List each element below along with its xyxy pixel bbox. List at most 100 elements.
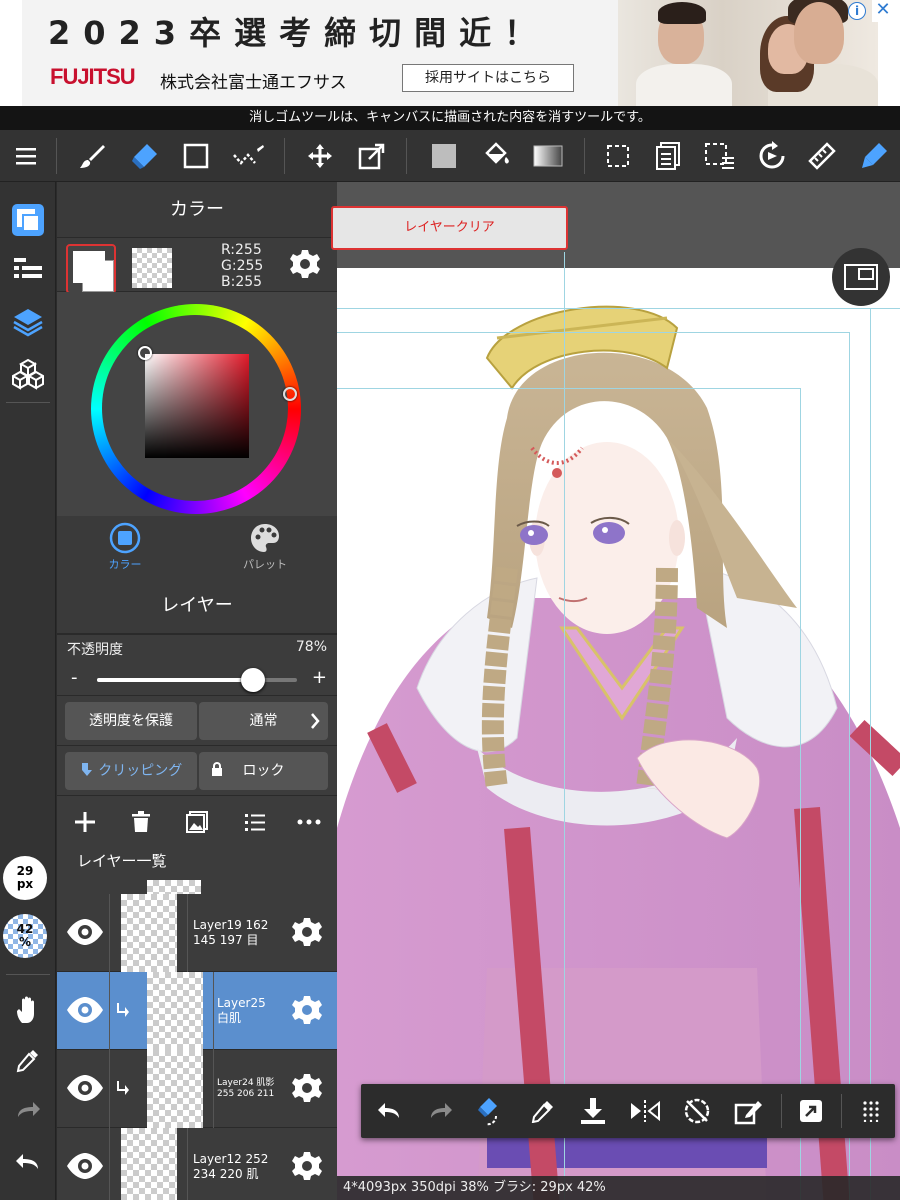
materials-toggle-icon[interactable]: [8, 354, 48, 394]
opacity-slider[interactable]: [97, 668, 297, 692]
color-panel-title: カラー: [57, 182, 337, 238]
grid-menu-icon[interactable]: [853, 1094, 889, 1128]
swatch-row: R:255 G:255 B:255: [57, 238, 337, 294]
edit-canvas-icon[interactable]: [731, 1094, 767, 1128]
layer-thumbnail: [147, 972, 203, 1050]
layer-row[interactable]: Layer19 162 145 197 目: [57, 894, 337, 972]
rail-divider: [6, 974, 50, 975]
eye-icon[interactable]: [65, 914, 105, 950]
brush-size-unit: px: [16, 877, 34, 891]
layer-image-icon[interactable]: [181, 808, 213, 836]
lock-label: ロック: [242, 763, 285, 779]
opacity-slider-fill: [97, 678, 253, 682]
layer-name-line: Layer19 162: [193, 918, 269, 932]
eye-icon[interactable]: [65, 992, 105, 1028]
add-layer-icon[interactable]: [69, 808, 101, 836]
bucket-icon[interactable]: [478, 138, 514, 174]
ad-content[interactable]: 2023卒選考締切間近！ FUJITSU 株式会社富士通エフサス 採用サイトはこ…: [22, 0, 878, 106]
color-panel-toggle-icon[interactable]: [8, 200, 48, 240]
rotate-reset-icon[interactable]: [679, 1094, 715, 1128]
eyedropper-icon[interactable]: [525, 1094, 561, 1128]
download-icon[interactable]: [575, 1094, 611, 1128]
layer-row[interactable]: Layer12 252 234 220 肌: [57, 1128, 337, 1200]
layer-settings-gear-icon[interactable]: [291, 1150, 323, 1186]
flip-horizontal-icon[interactable]: [627, 1094, 663, 1128]
menu-icon[interactable]: [8, 138, 44, 174]
layer-row[interactable]: Layer24 肌影 255 206 211: [57, 1050, 337, 1128]
layer-properties-icon[interactable]: [650, 138, 686, 174]
fill-color-icon[interactable]: [426, 138, 462, 174]
main-color-swatch[interactable]: [66, 244, 116, 294]
layer-settings-gear-icon[interactable]: [291, 994, 323, 1030]
protect-alpha-button[interactable]: 透明度を保護: [65, 702, 197, 740]
eye-icon[interactable]: [65, 1070, 105, 1106]
opacity-decrease-button[interactable]: -: [71, 667, 78, 688]
layer-properties-toggle-icon[interactable]: [8, 250, 48, 290]
info-icon[interactable]: i: [848, 2, 866, 20]
redo-icon[interactable]: [423, 1094, 459, 1128]
more-icon[interactable]: [293, 808, 325, 836]
blend-mode-button[interactable]: 通常: [199, 702, 328, 740]
tab-palette[interactable]: パレット: [215, 522, 315, 572]
lock-button[interactable]: ロック: [199, 752, 328, 790]
hue-picker-knob[interactable]: [283, 387, 297, 401]
transparent-color-swatch[interactable]: [132, 248, 172, 288]
rotate-icon[interactable]: [754, 138, 790, 174]
saturation-value-square[interactable]: [145, 354, 249, 458]
hand-icon[interactable]: [8, 990, 48, 1030]
eraser-toggle-icon[interactable]: [473, 1094, 509, 1128]
select-menu-icon[interactable]: [702, 138, 738, 174]
eyedropper-icon[interactable]: [8, 1040, 48, 1080]
layer-name-line: Layer12 252: [193, 1152, 269, 1166]
ad-banner[interactable]: 2023卒選考締切間近！ FUJITSU 株式会社富士通エフサス 採用サイトはこ…: [0, 0, 900, 106]
tab-color[interactable]: カラー: [75, 522, 175, 572]
opacity-increase-button[interactable]: +: [312, 667, 327, 688]
ruler-icon[interactable]: [804, 138, 840, 174]
red-value: R:255: [221, 242, 262, 258]
clear-layer-button[interactable]: レイヤークリア: [331, 206, 568, 250]
layer-settings-gear-icon[interactable]: [291, 1072, 323, 1108]
share-icon[interactable]: [793, 1094, 829, 1128]
layer-row[interactable]: Layer25 白肌: [57, 972, 337, 1050]
layer-divider: [109, 894, 110, 972]
canvas-area[interactable]: [337, 182, 900, 1200]
layer-name-line: 白肌: [217, 1011, 242, 1025]
rectangle-icon[interactable]: [178, 138, 214, 174]
ad-cta-button[interactable]: 採用サイトはこちら: [402, 64, 574, 92]
clipping-button[interactable]: クリッピング: [65, 752, 197, 790]
brush-opacity-badge[interactable]: 42 %: [3, 914, 47, 958]
gradient-icon[interactable]: [530, 138, 566, 174]
layer-list-icon[interactable]: [239, 808, 271, 836]
brush-size-badge[interactable]: 29 px: [3, 856, 47, 900]
layer-settings-gear-icon[interactable]: [291, 916, 323, 952]
layer-thumbnail: [121, 1128, 177, 1200]
redo-icon[interactable]: [8, 1090, 48, 1130]
pen-icon[interactable]: [856, 138, 892, 174]
undo-icon[interactable]: [371, 1094, 407, 1128]
opacity-slider-thumb[interactable]: [241, 668, 265, 692]
guide-line: [849, 332, 850, 1200]
move-icon[interactable]: [302, 138, 338, 174]
opacity-control: 不透明度 78% - +: [57, 634, 337, 696]
eraser-icon[interactable]: [126, 138, 162, 174]
status-bar: 4*4093px 350dpi 38% ブラシ: 29px 42%: [337, 1176, 900, 1200]
sv-picker-knob[interactable]: [138, 346, 152, 360]
artwork-illustration: [337, 305, 900, 1200]
color-wheel-area[interactable]: [57, 292, 337, 516]
canvas-paper[interactable]: [337, 268, 900, 1200]
brush-icon[interactable]: [74, 138, 110, 174]
transform-icon[interactable]: [354, 138, 390, 174]
undo-icon[interactable]: [8, 1142, 48, 1182]
layer-list-title: レイヤー一覧: [77, 852, 167, 870]
layers-toggle-icon[interactable]: [8, 302, 48, 342]
close-icon[interactable]: ✕: [872, 0, 894, 22]
navigator-icon[interactable]: [832, 248, 890, 306]
layer-name: Layer12 252 234 220 肌: [193, 1152, 268, 1182]
select-icon[interactable]: [600, 138, 636, 174]
clipping-indicator-icon: [117, 1002, 129, 1022]
line-tool-icon[interactable]: [230, 138, 266, 174]
delete-layer-icon[interactable]: [125, 808, 157, 836]
ad-company: 株式会社富士通エフサス: [160, 73, 347, 93]
gear-icon[interactable]: [289, 248, 321, 284]
eye-icon[interactable]: [65, 1148, 105, 1184]
